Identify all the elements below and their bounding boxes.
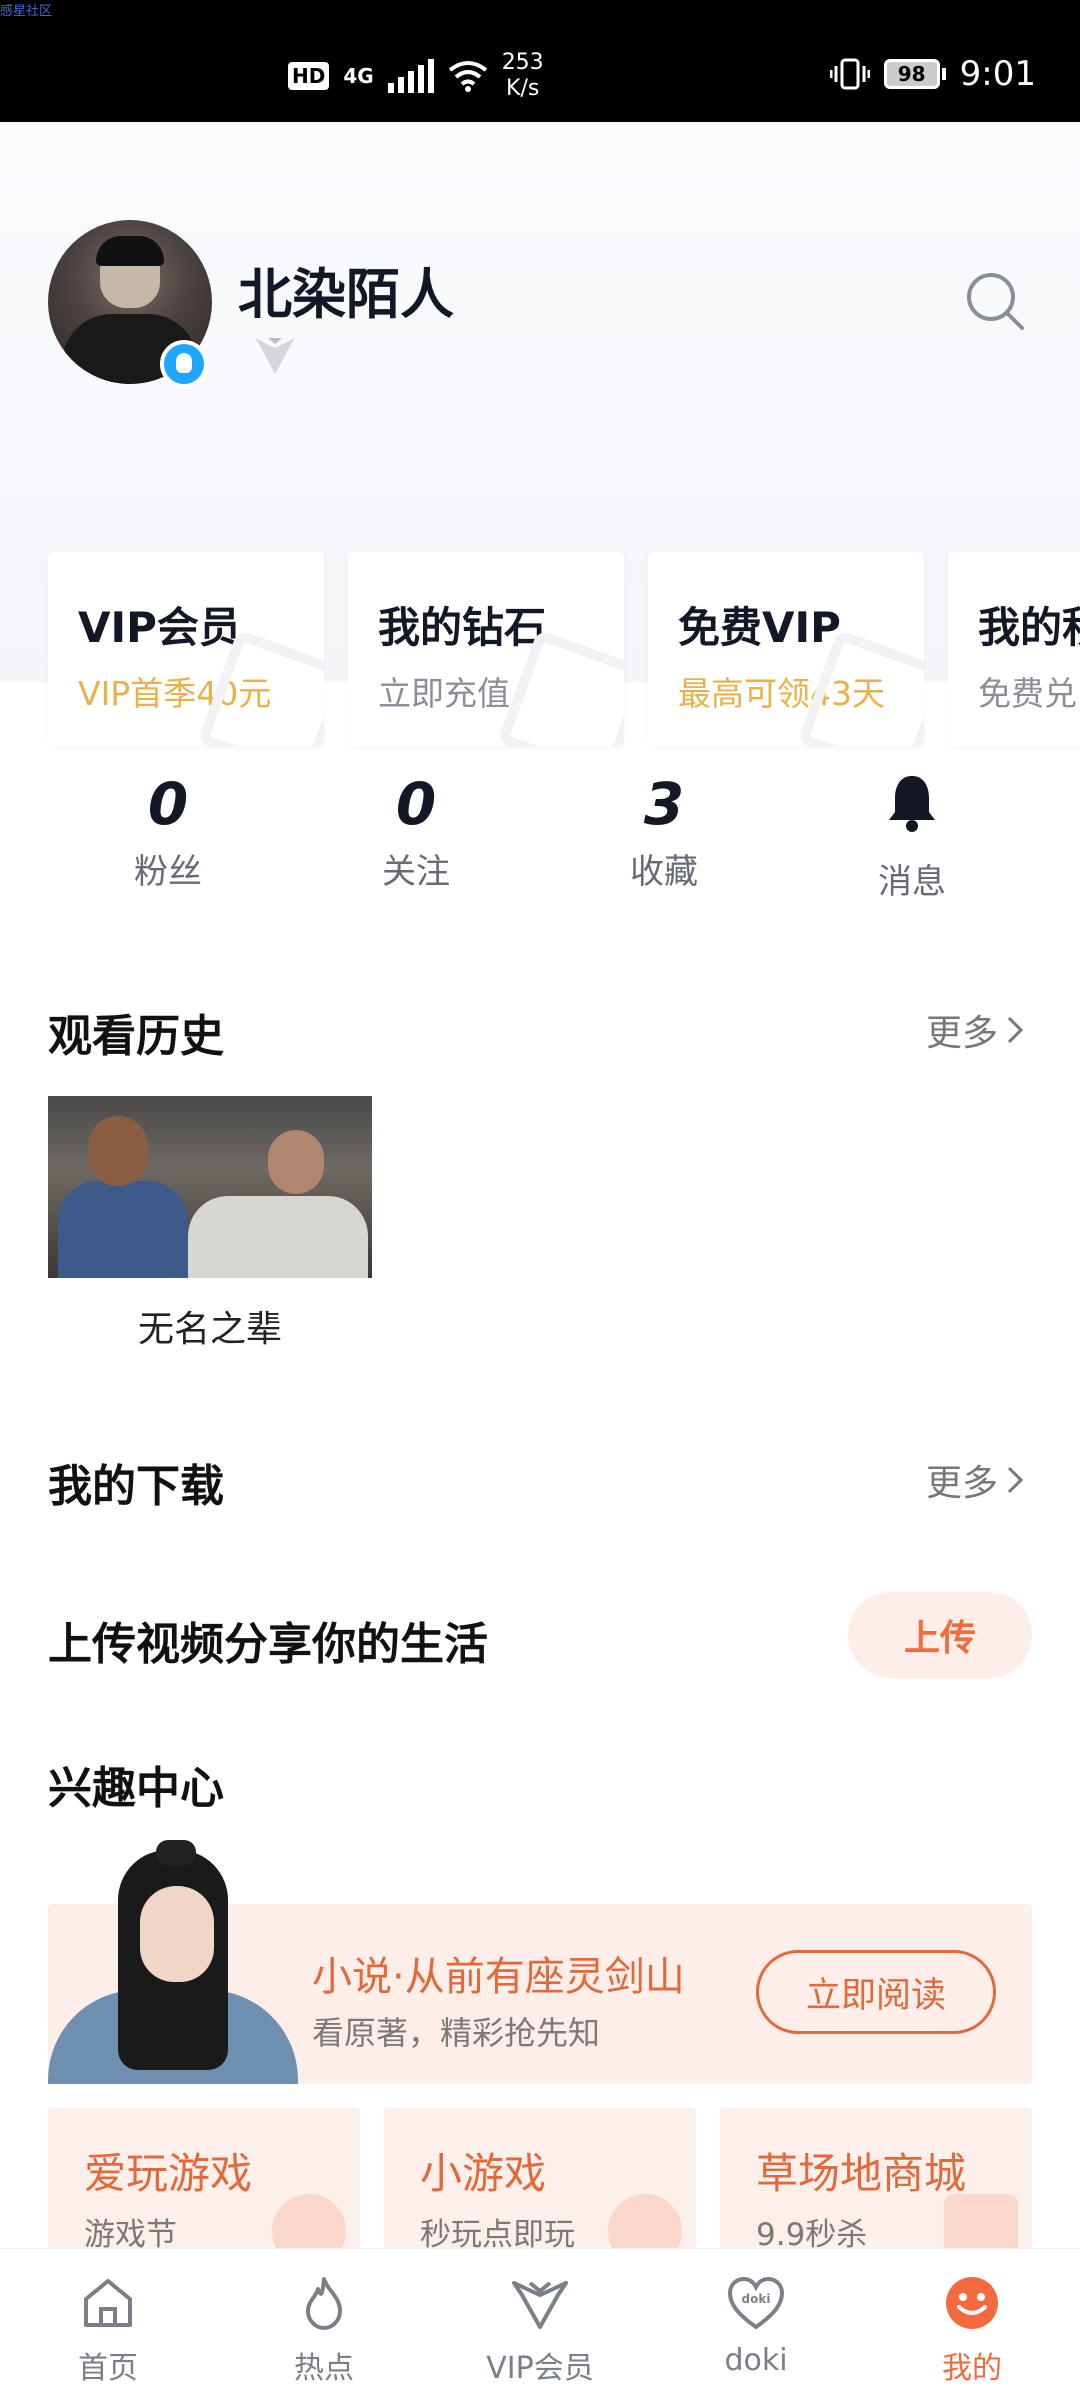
following-stat[interactable]: 0 关注 [336, 770, 496, 893]
tab-doki[interactable]: doki doki [648, 2249, 864, 2400]
clock: 9:01 [959, 54, 1036, 94]
tab-me[interactable]: 我的 [864, 2249, 1080, 2400]
tab-home[interactable]: 首页 [0, 2249, 216, 2400]
promo-title: 小说·从前有座灵剑山 [312, 1954, 685, 2000]
history-item-title[interactable]: 无名之辈 [48, 1300, 372, 1352]
speed-value: 253 [501, 50, 544, 75]
upload-prompt-title: 上传视频分享你的生活 [48, 1619, 488, 1670]
vip-level-icon[interactable] [252, 332, 298, 378]
favorites-count: 3 [643, 770, 685, 838]
history-more-label: 更多 [925, 1013, 998, 1054]
vibrate-icon [829, 58, 870, 90]
downloads-more-link[interactable]: 更多 [926, 1454, 1024, 1506]
free-vip-card-title: 免费VIP [678, 603, 841, 652]
speed-unit: K/s [506, 76, 540, 101]
vip-card-row: VIP会员 VIP首季40元 我的钻石 立即充值 免费VIP 最高可领43天 我… [48, 552, 1080, 746]
vip-membership-card[interactable]: VIP会员 VIP首季40元 [48, 552, 324, 746]
games-card-title: 爱玩游戏 [84, 2149, 253, 2198]
messages-label: 消息 [878, 862, 946, 902]
hd-badge: HD [288, 62, 330, 90]
network-speed: 253 K/s [502, 50, 544, 102]
shopping-bag-icon [944, 2194, 1018, 2248]
bottom-tab-bar: 首页 热点 VIP会员 doki doki 我的 [0, 2248, 1080, 2400]
search-icon[interactable] [964, 270, 1028, 334]
username[interactable]: 北染陌人 [238, 250, 454, 329]
tab-vip[interactable]: VIP会员 [432, 2249, 648, 2400]
vip-crown-icon [512, 2281, 568, 2329]
downloads-section-title: 我的下载 [48, 1461, 224, 1512]
mascot-icon [608, 2194, 682, 2248]
history-section-title: 观看历史 [48, 1011, 224, 1062]
network-type: 4G [343, 64, 374, 88]
fans-stat[interactable]: 0 粉丝 [88, 770, 248, 893]
points-card-subtitle: 免费兑 [978, 674, 1077, 713]
interest-section-title: 兴趣中心 [48, 1763, 224, 1814]
tab-vip-label: VIP会员 [486, 2351, 594, 2386]
mini-games-card[interactable]: 小游戏 秒玩点即玩 [384, 2108, 696, 2248]
favorites-stat[interactable]: 3 收藏 [584, 770, 744, 893]
vip-card-title: VIP会员 [78, 603, 241, 652]
shop-card-title: 草场地商城 [756, 2149, 967, 2198]
tab-me-label: 我的 [942, 2351, 1002, 2386]
points-card-title: 我的积 [978, 603, 1080, 652]
qq-badge-icon [160, 340, 208, 388]
promo-subtitle: 看原著，精彩抢先知 [312, 2014, 601, 2052]
messages-stat[interactable]: 消息 [832, 770, 992, 903]
wifi-icon [448, 61, 487, 92]
status-corner-text: 感星社区 [0, 4, 53, 19]
interest-card-row: 爱玩游戏 游戏节 小游戏 秒玩点即玩 草场地商城 9.9秒杀 [48, 2108, 1032, 2248]
games-card[interactable]: 爱玩游戏 游戏节 [48, 2108, 360, 2248]
fans-count: 0 [147, 770, 189, 838]
favorites-label: 收藏 [630, 852, 698, 892]
fans-label: 粉丝 [134, 852, 202, 892]
chevron-right-icon [1007, 1016, 1024, 1044]
battery-icon: 98 [883, 59, 946, 89]
doki-heart-icon: doki [727, 2276, 785, 2330]
stats-row: 0 粉丝 0 关注 3 收藏 消息 [0, 770, 1080, 920]
status-right-group: 98 9:01 [829, 54, 1036, 94]
tab-doki-label: doki [724, 2343, 788, 2378]
shop-card[interactable]: 草场地商城 9.9秒杀 [720, 2108, 1032, 2248]
diamond-card-title: 我的钻石 [378, 603, 547, 652]
read-now-button[interactable]: 立即阅读 [756, 1950, 996, 2034]
free-vip-card[interactable]: 免费VIP 最高可领43天 [648, 552, 924, 746]
points-card[interactable]: 我的积 免费兑 [948, 552, 1080, 746]
history-more-link[interactable]: 更多 [926, 1004, 1024, 1056]
tab-hot-label: 热点 [294, 2351, 354, 2386]
flame-icon [306, 2277, 342, 2330]
bell-icon [889, 776, 935, 832]
profile-header: 北染陌人 VIP会员 VIP首季40元 我的钻石 立即充值 免费VIP 最高可领… [0, 122, 1080, 746]
status-left-group: HD 4G 253 K/s [288, 50, 544, 102]
mini-games-card-title: 小游戏 [420, 2149, 547, 2198]
gamepad-icon [272, 2194, 346, 2248]
chevron-right-icon [1007, 1466, 1024, 1494]
smile-face-icon [946, 2277, 998, 2329]
promo-character-image [48, 1840, 298, 2084]
svg-text:doki: doki [742, 2292, 771, 2306]
tab-home-label: 首页 [78, 2351, 138, 2386]
downloads-more-label: 更多 [925, 1463, 998, 1504]
status-bar: 感星社区 HD 4G 253 K/s 98 9:01 [0, 0, 1080, 122]
upload-button[interactable]: 上传 [848, 1592, 1032, 1678]
history-thumbnail[interactable] [48, 1096, 372, 1278]
home-icon [84, 2279, 132, 2327]
battery-level: 98 [883, 59, 940, 89]
following-count: 0 [395, 770, 437, 838]
tab-hot[interactable]: 热点 [216, 2249, 432, 2400]
diamond-card[interactable]: 我的钻石 立即充值 [348, 552, 624, 746]
signal-icon [387, 59, 434, 93]
following-label: 关注 [382, 852, 450, 892]
